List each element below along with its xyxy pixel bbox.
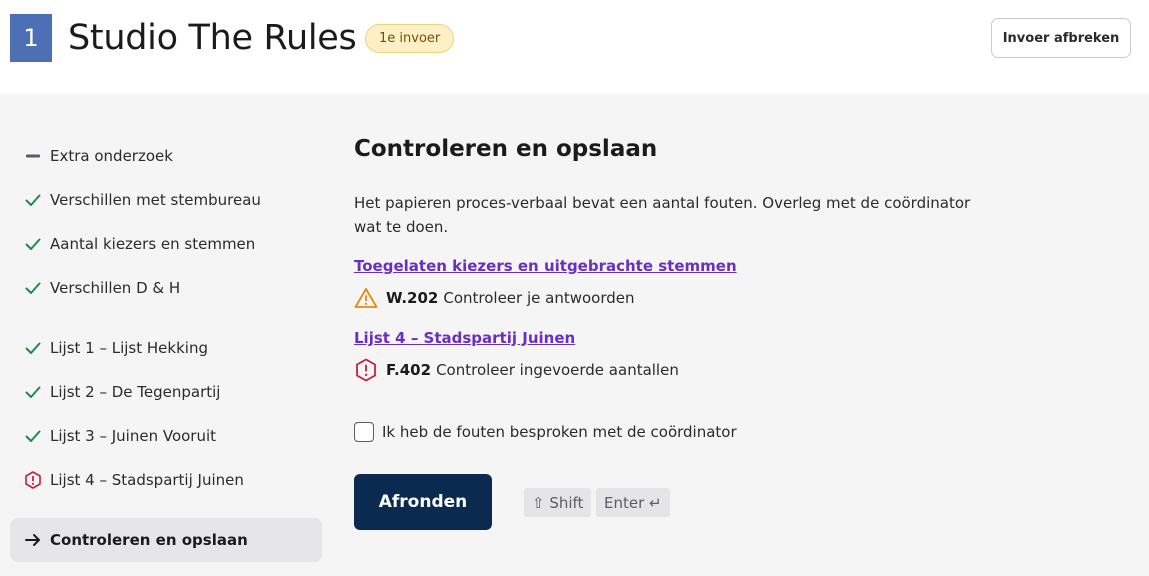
sidebar-item-label: Controleren en opslaan [50,531,248,549]
sidebar-item-verschillen-stembureau[interactable]: Verschillen met stembureau [10,178,322,222]
sidebar-item-extra-onderzoek[interactable]: Extra onderzoek [10,134,322,178]
header: 1 Studio The Rules 1e invoer Invoer afbr… [0,0,1149,94]
checkmark-icon [24,427,42,445]
sidebar-item-label: Lijst 3 – Juinen Vooruit [50,427,217,445]
sidebar-item-label: Lijst 4 – Stadspartij Juinen [50,471,244,489]
checkbox-label: Ik heb de fouten besproken met de coördi… [382,423,737,441]
dash-icon [24,147,42,165]
entry-status-badge: 1e invoer [365,24,455,53]
sidebar-item-kiezers-stemmen[interactable]: Aantal kiezers en stemmen [10,222,322,266]
checkmark-icon [24,383,42,401]
sidebar-item-lijst-4[interactable]: Lijst 4 – Stadspartij Juinen [10,458,322,502]
message-text: Controleer je antwoorden [443,289,635,307]
sidebar-item-lijst-1[interactable]: Lijst 1 – Lijst Hekking [10,326,322,370]
section-title: Controleren en opslaan [354,136,658,162]
sidebar-item-controleren[interactable]: Controleren en opslaan [10,518,322,562]
sidebar-item-label: Extra onderzoek [50,147,173,165]
abort-entry-button[interactable]: Invoer afbreken [991,18,1131,58]
error-message: F.402 Controleer ingevoerde aantallen [354,357,679,383]
sidebar-item-label: Aantal kiezers en stemmen [50,235,256,253]
page-title: Studio The Rules [68,18,357,58]
error-octagon-icon [354,358,378,382]
sidebar-item-label: Lijst 2 – De Tegenpartij [50,383,221,401]
acknowledge-checkbox[interactable] [354,422,374,442]
warning-message: W.202 Controleer je antwoorden [354,285,634,311]
error-octagon-icon [24,471,42,489]
progress-sidebar: Extra onderzoek Verschillen met stembure… [0,94,330,576]
message-code: W.202 [386,289,439,307]
checkmark-icon [24,191,42,209]
shift-key-hint: ⇧ Shift [524,488,592,517]
link-lijst-4[interactable]: Lijst 4 – Stadspartij Juinen [354,329,575,347]
arrow-right-icon [24,531,42,549]
sidebar-item-lijst-2[interactable]: Lijst 2 – De Tegenpartij [10,370,322,414]
sidebar-item-label: Verschillen met stembureau [50,191,261,209]
station-number: 1 [10,14,52,62]
sidebar-item-label: Verschillen D & H [50,279,181,297]
sidebar-item-verschillen-d-h[interactable]: Verschillen D & H [10,266,322,310]
message-code: F.402 [386,361,432,379]
link-toegelaten-kiezers[interactable]: Toegelaten kiezers en uitgebrachte stemm… [354,257,737,275]
finish-button[interactable]: Afronden [354,474,492,530]
checkmark-icon [24,279,42,297]
checkmark-icon [24,235,42,253]
sidebar-item-label: Lijst 1 – Lijst Hekking [50,339,208,357]
enter-key-hint: Enter ↵ [596,488,670,517]
checkmark-icon [24,339,42,357]
acknowledge-checkbox-row[interactable]: Ik heb de fouten besproken met de coördi… [354,422,737,442]
warning-triangle-icon [354,286,378,310]
message-text: Controleer ingevoerde aantallen [436,361,679,379]
sidebar-item-lijst-3[interactable]: Lijst 3 – Juinen Vooruit [10,414,322,458]
intro-text: Het papieren proces-verbaal bevat een aa… [354,194,971,236]
